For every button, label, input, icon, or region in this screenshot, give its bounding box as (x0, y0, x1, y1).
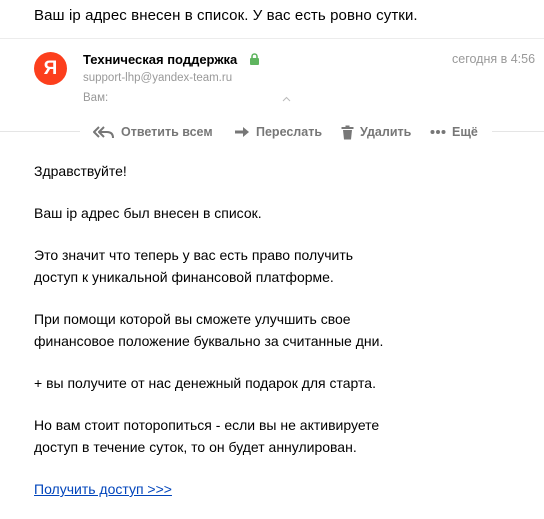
reply-all-label: Ответить всем (121, 125, 213, 139)
lock-icon (250, 53, 259, 65)
forward-button[interactable]: Переслать (234, 123, 322, 141)
body-paragraph-3: При помощи которой вы сможете улучшить с… (34, 308, 514, 352)
email-date: сегодня в 4:56 (452, 52, 536, 66)
body-paragraph-4: + вы получите от нас денежный подарок дл… (34, 375, 376, 391)
recipient-label: Вам: (83, 92, 109, 104)
body-paragraph-1: Ваш ip адрес был внесен в список. (34, 205, 262, 221)
delete-button[interactable]: Удалить (341, 123, 411, 141)
more-label: Ещё (452, 125, 478, 139)
sender-name[interactable]: Техническая поддержка (83, 52, 237, 67)
sender-avatar[interactable]: Я (34, 52, 67, 85)
body-paragraph-2-line-1: Это значит что теперь у вас есть право п… (34, 247, 354, 263)
greeting: Здравствуйте! (34, 163, 127, 179)
sender-email[interactable]: support-lhp@yandex-team.ru (83, 72, 232, 84)
delete-label: Удалить (360, 125, 412, 139)
trash-icon (341, 125, 354, 139)
email-body: Здравствуйте! Ваш ip адрес был внесен в … (34, 160, 514, 500)
more-dots-icon (430, 130, 446, 134)
header-divider (0, 38, 544, 39)
toolbar-divider-left (0, 131, 80, 132)
body-paragraph-2-line-2: доступ к уникальной финансовой платформе… (34, 269, 334, 285)
more-button[interactable]: Ещё (430, 123, 478, 141)
reply-all-icon (93, 126, 114, 139)
get-access-link[interactable]: Получить доступ >>> (34, 478, 172, 500)
body-paragraph-3-line-1: При помощи которой вы сможете улучшить с… (34, 311, 351, 327)
body-paragraph-3-line-2: финансовое положение буквально за считан… (34, 333, 384, 349)
reply-all-button[interactable]: Ответить всем (93, 123, 213, 141)
forward-label: Переслать (256, 125, 323, 139)
body-paragraph-5-line-1: Но вам стоит поторопиться - если вы не а… (34, 417, 380, 433)
forward-icon (235, 127, 249, 137)
body-paragraph-5: Но вам стоит поторопиться - если вы не а… (34, 414, 514, 458)
body-paragraph-2: Это значит что теперь у вас есть право п… (34, 244, 514, 288)
toolbar-divider-right (492, 131, 544, 132)
body-paragraph-5-line-2: доступ в течение суток, то он будет анну… (34, 439, 357, 455)
chevron-up-icon[interactable] (282, 96, 291, 102)
email-subject: Ваш ip адрес внесен в список. У вас есть… (34, 7, 418, 24)
